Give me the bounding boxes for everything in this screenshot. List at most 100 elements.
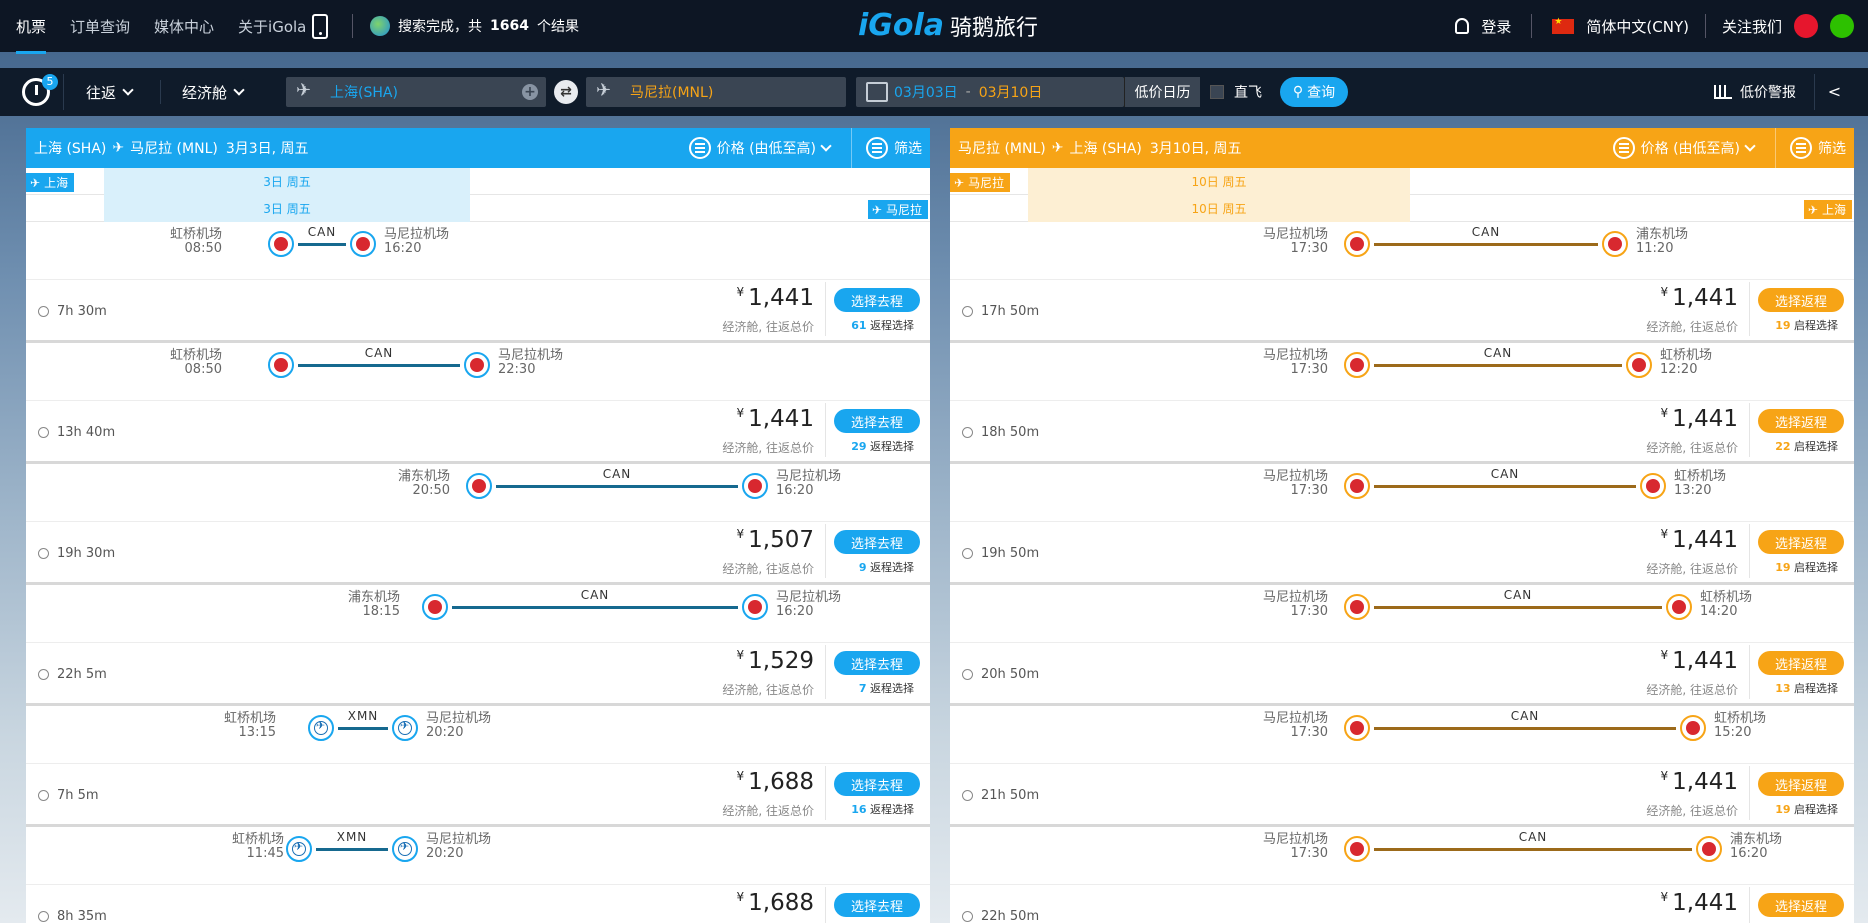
flight-result-card[interactable]: 马尼拉机场 17:30 CAN 虹桥机场 13:20 19h 50m ¥1,441 经济舱, …: [950, 464, 1854, 585]
select-flight-button[interactable]: 选择返程: [1758, 409, 1844, 433]
option-count-value: 19: [1775, 803, 1791, 816]
select-flight-button[interactable]: 选择去程: [834, 409, 920, 433]
nav-orders[interactable]: 订单查询: [70, 16, 130, 37]
date-row-depart: ✈ 上海 3日 周五: [26, 168, 930, 195]
departure-time: 08:50: [184, 241, 222, 256]
flight-result-card[interactable]: 马尼拉机场 17:30 CAN 浦东机场 11:20 17h 50m ¥1,441 经济舱, …: [950, 222, 1854, 343]
stopover-code: XMN: [347, 709, 379, 723]
price-alert-button[interactable]: 低价警报: [1714, 68, 1796, 116]
arrive-date-cell[interactable]: 3日 周五: [104, 195, 470, 222]
select-flight-button[interactable]: 选择去程: [834, 772, 920, 796]
departure-airport: 浦东机场 18:15: [348, 591, 400, 619]
price: ¥1,688: [737, 769, 815, 795]
arrival-airport-name: 虹桥机场: [1660, 348, 1713, 363]
select-flight-button[interactable]: 选择返程: [1758, 530, 1844, 554]
flight-result-card[interactable]: 马尼拉机场 17:30 CAN 虹桥机场 14:20 20h 50m ¥1,441 经济舱, …: [950, 585, 1854, 706]
outbound-header: 上海 (SHA) ✈ 马尼拉 (MNL) 3月3日, 周五 价格 (由低至高) …: [26, 128, 930, 168]
departure-airport-name: 马尼拉机场: [1262, 227, 1328, 242]
arrival-time: 15:20: [1714, 725, 1752, 740]
chevron-down-icon: [233, 84, 245, 96]
wechat-icon[interactable]: [1830, 14, 1854, 38]
divider: [825, 887, 826, 923]
depart-date-cell[interactable]: 10日 周五: [1028, 168, 1410, 195]
login-link[interactable]: 登录: [1481, 16, 1511, 37]
option-count-value: 13: [1775, 682, 1791, 695]
mobile-app-icon[interactable]: [312, 14, 328, 39]
select-flight-button[interactable]: 选择返程: [1758, 772, 1844, 796]
nav-about[interactable]: 关于iGola: [238, 16, 306, 37]
globe-icon: [370, 16, 390, 36]
search-history-button[interactable]: 5: [14, 74, 64, 110]
duration: 18h 50m: [962, 425, 1039, 440]
clock-icon: [962, 548, 973, 559]
flight-result-card[interactable]: 马尼拉机场17:30CAN浦东机场16:2022h 50m¥1,441经济舱, …: [950, 827, 1854, 923]
duration-value: 22h 50m: [981, 909, 1040, 923]
direct-flight-checkbox[interactable]: [1210, 85, 1224, 99]
sort-dropdown[interactable]: 价格 (由低至高): [1612, 128, 1756, 168]
fare-note: 经济舱, 往返总价: [1646, 804, 1738, 818]
route-row: 马尼拉机场 17:30 CAN 虹桥机场 13:20: [950, 464, 1854, 522]
option-count-label: 返程选择: [870, 682, 914, 695]
price: ¥1,441: [1661, 769, 1739, 795]
arrival-airport: 马尼拉机场 16:20: [384, 228, 449, 256]
select-flight-button[interactable]: 选择去程: [834, 288, 920, 312]
airline-logo-icon: [350, 231, 376, 257]
cabin-class-dropdown[interactable]: 经济舱: [182, 68, 245, 116]
depart-date-cell[interactable]: 3日 周五: [104, 168, 470, 195]
nav-flights[interactable]: 机票: [16, 16, 47, 54]
arrival-time: 16:20: [776, 483, 814, 498]
departure-airport-name: 马尼拉机场: [1262, 469, 1328, 484]
select-flight-button[interactable]: 选择去程: [834, 651, 920, 675]
route-row: 浦东机场 18:15 CAN 马尼拉机场 16:20: [26, 585, 930, 643]
option-count-label: 返程选择: [870, 803, 914, 816]
airline-logo-icon: [1696, 836, 1722, 862]
origin-input[interactable]: 上海(SHA) +: [286, 77, 546, 107]
flight-result-card[interactable]: 虹桥机场13:15 XMN 马尼拉机场20:20 7h 5m ¥1,688 经济舱, 往返…: [26, 706, 930, 827]
arrival-airport: 马尼拉机场 20:20: [426, 712, 491, 740]
swap-cities-icon[interactable]: ⇄: [554, 80, 578, 104]
header-destination: 马尼拉 (MNL): [130, 141, 218, 157]
route-row: 虹桥机场13:15 XMN 马尼拉机场20:20: [26, 706, 930, 764]
arrive-city-tag-label: 上海: [1821, 203, 1846, 217]
price: ¥1,441: [1661, 406, 1739, 432]
flight-result-card[interactable]: 浦东机场 20:50 CAN 马尼拉机场 16:20 19h 30m ¥1,507 经济舱, …: [26, 464, 930, 585]
flight-result-card[interactable]: 马尼拉机场 17:30 CAN 虹桥机场 12:20 18h 50m ¥1,441 经济舱, …: [950, 343, 1854, 464]
departure-time: 17:30: [1290, 846, 1328, 861]
select-flight-button[interactable]: 选择返程: [1758, 651, 1844, 675]
flight-result-card[interactable]: 浦东机场 18:15 CAN 马尼拉机场 16:20 22h 5m ¥1,529 经济舱, 往…: [26, 585, 930, 706]
flight-result-card[interactable]: 马尼拉机场 17:30 CAN 虹桥机场 15:20 21h 50m ¥1,441 经济舱, …: [950, 706, 1854, 827]
fare-note: 经济舱, 往返总价: [722, 683, 814, 697]
low-price-calendar-button[interactable]: 低价日历: [1124, 77, 1200, 107]
igola-logo[interactable]: iGola 骑鹅旅行: [858, 8, 1038, 44]
select-flight-button[interactable]: 选择去程: [834, 893, 920, 917]
search-button[interactable]: ⚲ 查询: [1280, 77, 1348, 107]
trip-type-dropdown[interactable]: 往返: [86, 68, 134, 116]
weibo-icon[interactable]: [1794, 14, 1818, 38]
route-row: 马尼拉机场 17:30 CAN 虹桥机场 15:20: [950, 706, 1854, 764]
flight-result-card[interactable]: 虹桥机场 08:50 CAN 马尼拉机场 22:30 13h 40m ¥1,441 经济舱, …: [26, 343, 930, 464]
filter-button[interactable]: 筛选: [1775, 128, 1846, 168]
option-count-value: 9: [858, 561, 867, 574]
departure-airport: 虹桥机场 13:15: [224, 712, 276, 740]
departure-airport-name: 马尼拉机场: [1262, 711, 1328, 726]
sort-dropdown[interactable]: 价格 (由低至高): [688, 128, 832, 168]
nav-media[interactable]: 媒体中心: [154, 16, 214, 37]
stopover-code: CAN: [1510, 709, 1540, 723]
arrive-date-cell[interactable]: 10日 周五: [1028, 195, 1410, 222]
destination-input[interactable]: 马尼拉(MNL): [586, 77, 846, 107]
airline-logo-icon: [1666, 594, 1692, 620]
option-count: 29 返程选择: [851, 438, 914, 454]
select-flight-button[interactable]: 选择返程: [1758, 893, 1844, 917]
airline-logo-icon: [742, 594, 768, 620]
select-flight-button[interactable]: 选择返程: [1758, 288, 1844, 312]
filter-button[interactable]: 筛选: [851, 128, 922, 168]
add-city-icon[interactable]: +: [522, 84, 538, 100]
language-currency-selector[interactable]: 简体中文(CNY): [1586, 16, 1689, 37]
flight-result-card[interactable]: 虹桥机场 08:50 CAN 马尼拉机场 16:20 7h 30m ¥1,441 经济舱, 往…: [26, 222, 930, 343]
duration: 19h 50m: [962, 546, 1039, 561]
fare-note: 经济舱, 往返总价: [1646, 562, 1738, 576]
share-icon[interactable]: <: [1814, 74, 1854, 110]
select-flight-button[interactable]: 选择去程: [834, 530, 920, 554]
flight-result-card[interactable]: 虹桥机场11:45XMN马尼拉机场20:208h 35m¥1,688经济舱, 往…: [26, 827, 930, 923]
date-range-input[interactable]: 03月03日 - 03月10日: [856, 77, 1124, 107]
